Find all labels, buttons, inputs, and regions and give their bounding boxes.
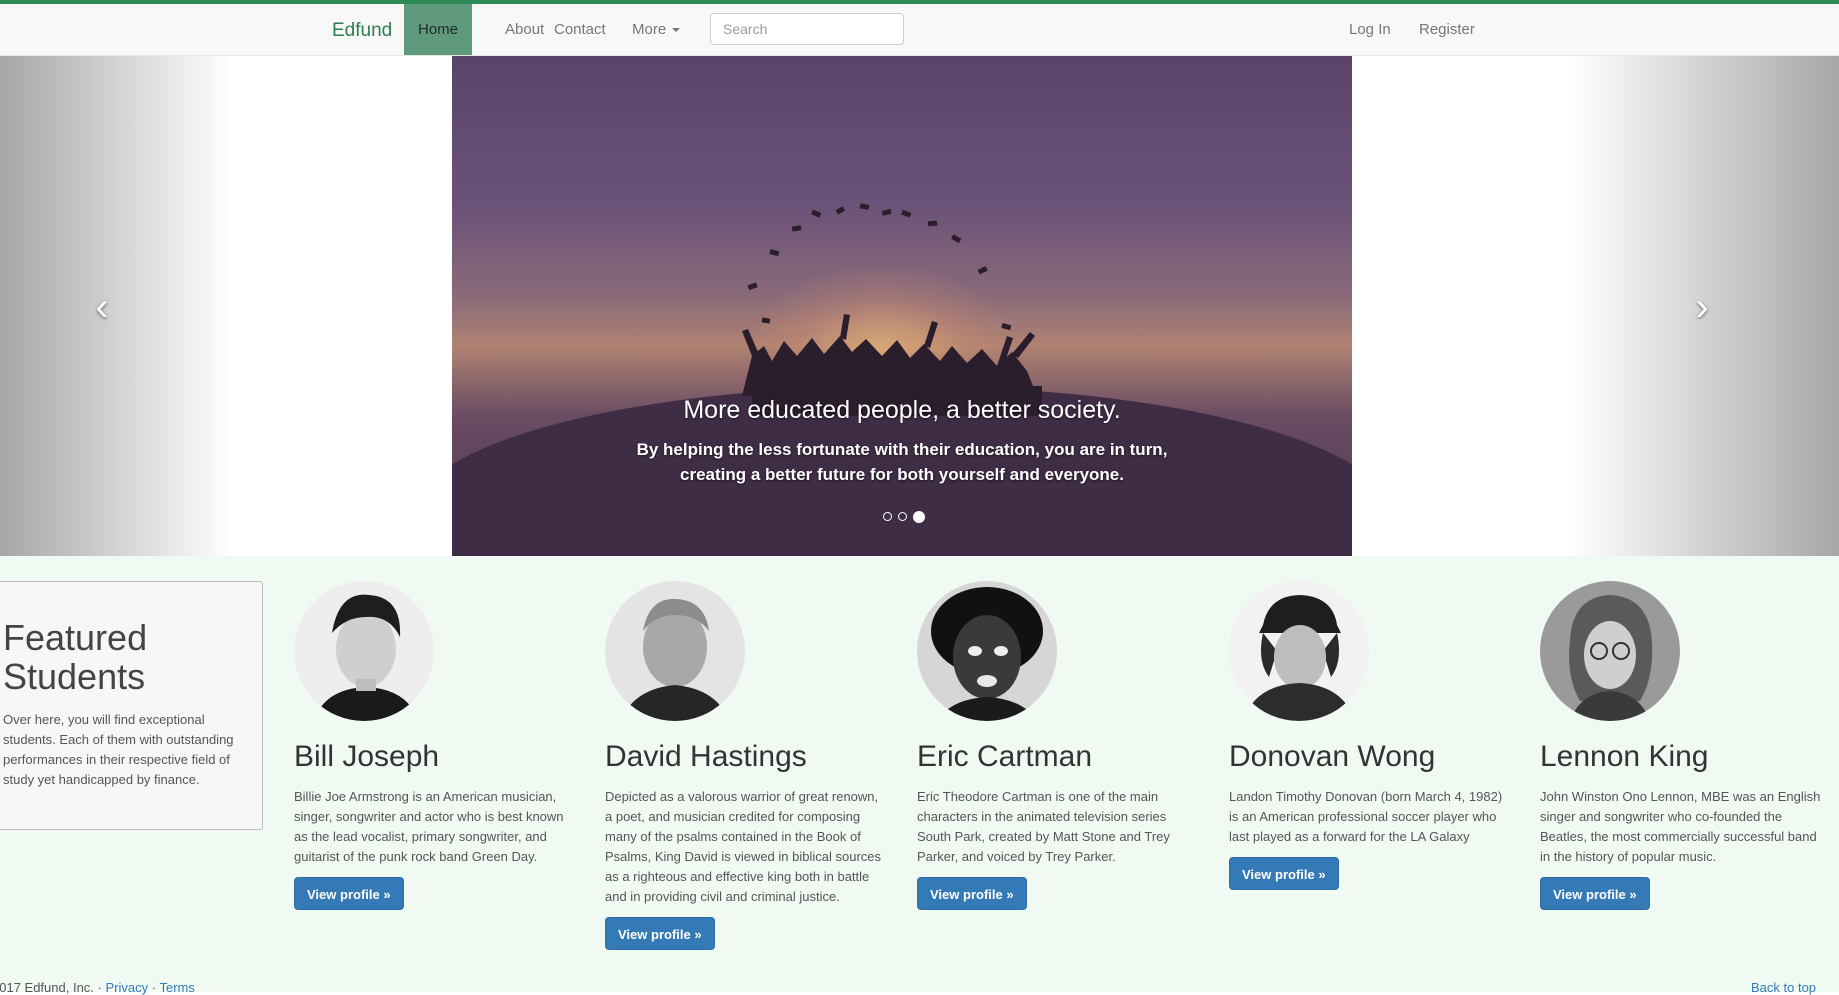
student-name: David Hastings: [605, 740, 807, 773]
register-link[interactable]: Register: [1405, 4, 1489, 55]
nav-home[interactable]: Home: [404, 4, 473, 55]
login-link[interactable]: Log In: [1335, 4, 1405, 55]
avatar: [605, 581, 745, 721]
footer-separator: ·: [151, 980, 157, 995]
student-bio: John Winston Ono Lennon, MBE was an Engl…: [1540, 789, 1821, 864]
footer-separator: ·: [97, 980, 102, 995]
view-profile-button[interactable]: View profile »: [1540, 877, 1650, 910]
student-card-david-hastings: David Hastings Depicted as a valorous wa…: [605, 581, 887, 950]
carousel-heading: More educated people, a better society.: [683, 396, 1121, 424]
student-bio: Billie Joe Armstrong is an American musi…: [294, 789, 564, 864]
hero-carousel: More educated people, a better society. …: [0, 56, 1839, 556]
chevron-right-icon[interactable]: ›: [1672, 282, 1732, 332]
featured-students-section: Featured Students Over here, you will fi…: [0, 556, 1839, 992]
carousel-text: By helping the less fortunate with their…: [636, 440, 1168, 484]
student-bio: Eric Theodore Cartman is one of the main…: [917, 789, 1170, 864]
carousel-indicator-1[interactable]: [883, 512, 892, 521]
view-profile-button[interactable]: View profile »: [294, 877, 404, 910]
student-name: Bill Joseph: [294, 740, 440, 773]
nav-contact[interactable]: Contact: [540, 4, 620, 55]
portrait-image: [1569, 595, 1653, 721]
portrait-image: [1243, 595, 1355, 721]
avatar: [294, 581, 434, 721]
privacy-link[interactable]: Privacy: [106, 980, 149, 995]
avatar: [1540, 581, 1680, 721]
featured-intro-box: Featured Students Over here, you will fi…: [0, 581, 263, 830]
view-profile-button[interactable]: View profile »: [605, 917, 715, 950]
avatar: [917, 581, 1057, 721]
featured-description: Over here, you will find exceptional stu…: [3, 712, 234, 787]
search-input[interactable]: [710, 13, 904, 45]
student-name: Eric Cartman: [917, 740, 1093, 773]
view-profile-button[interactable]: View profile »: [1229, 857, 1339, 890]
student-bio: Landon Timothy Donovan (born March 4, 19…: [1229, 789, 1503, 844]
student-card-eric-cartman: Eric Cartman Eric Theodore Cartman is on…: [917, 581, 1199, 910]
student-bio: Depicted as a valorous warrior of great …: [605, 789, 882, 904]
portrait-image: [314, 594, 418, 721]
back-to-top-link[interactable]: Back to top: [1751, 980, 1816, 995]
featured-title: Featured Students: [3, 617, 148, 697]
navbar: Edfund Home About Contact More Log In Re…: [0, 4, 1839, 56]
terms-link[interactable]: Terms: [160, 980, 195, 995]
footer-left: 2017 Edfund, Inc. · Privacy · Terms: [0, 980, 195, 995]
student-name: Lennon King: [1540, 740, 1709, 773]
chevron-left-icon[interactable]: ‹: [72, 282, 132, 332]
nav-more-label: More: [632, 21, 667, 38]
view-profile-button[interactable]: View profile »: [917, 877, 1027, 910]
caret-down-icon: [672, 28, 681, 33]
carousel-indicator-2[interactable]: [898, 512, 907, 521]
avatar: [1229, 581, 1369, 721]
carousel-caption: More educated people, a better society. …: [452, 396, 1352, 487]
student-card-lennon-king: Lennon King John Winston Ono Lennon, MBE…: [1540, 581, 1822, 910]
carousel-indicators: [880, 508, 928, 526]
carousel-indicator-3[interactable]: [913, 510, 925, 523]
copyright-text: 2017 Edfund, Inc.: [0, 980, 94, 995]
brand-link[interactable]: Edfund: [332, 20, 392, 42]
student-card-bill-joseph: Bill Joseph Billie Joe Armstrong is an A…: [294, 581, 576, 910]
student-card-donovan-wong: Donovan Wong Landon Timothy Donovan (bor…: [1229, 581, 1511, 890]
nav-more-dropdown[interactable]: More: [618, 4, 694, 55]
student-name: Donovan Wong: [1229, 740, 1436, 773]
portrait-image: [931, 587, 1043, 721]
portrait-image: [621, 598, 729, 721]
